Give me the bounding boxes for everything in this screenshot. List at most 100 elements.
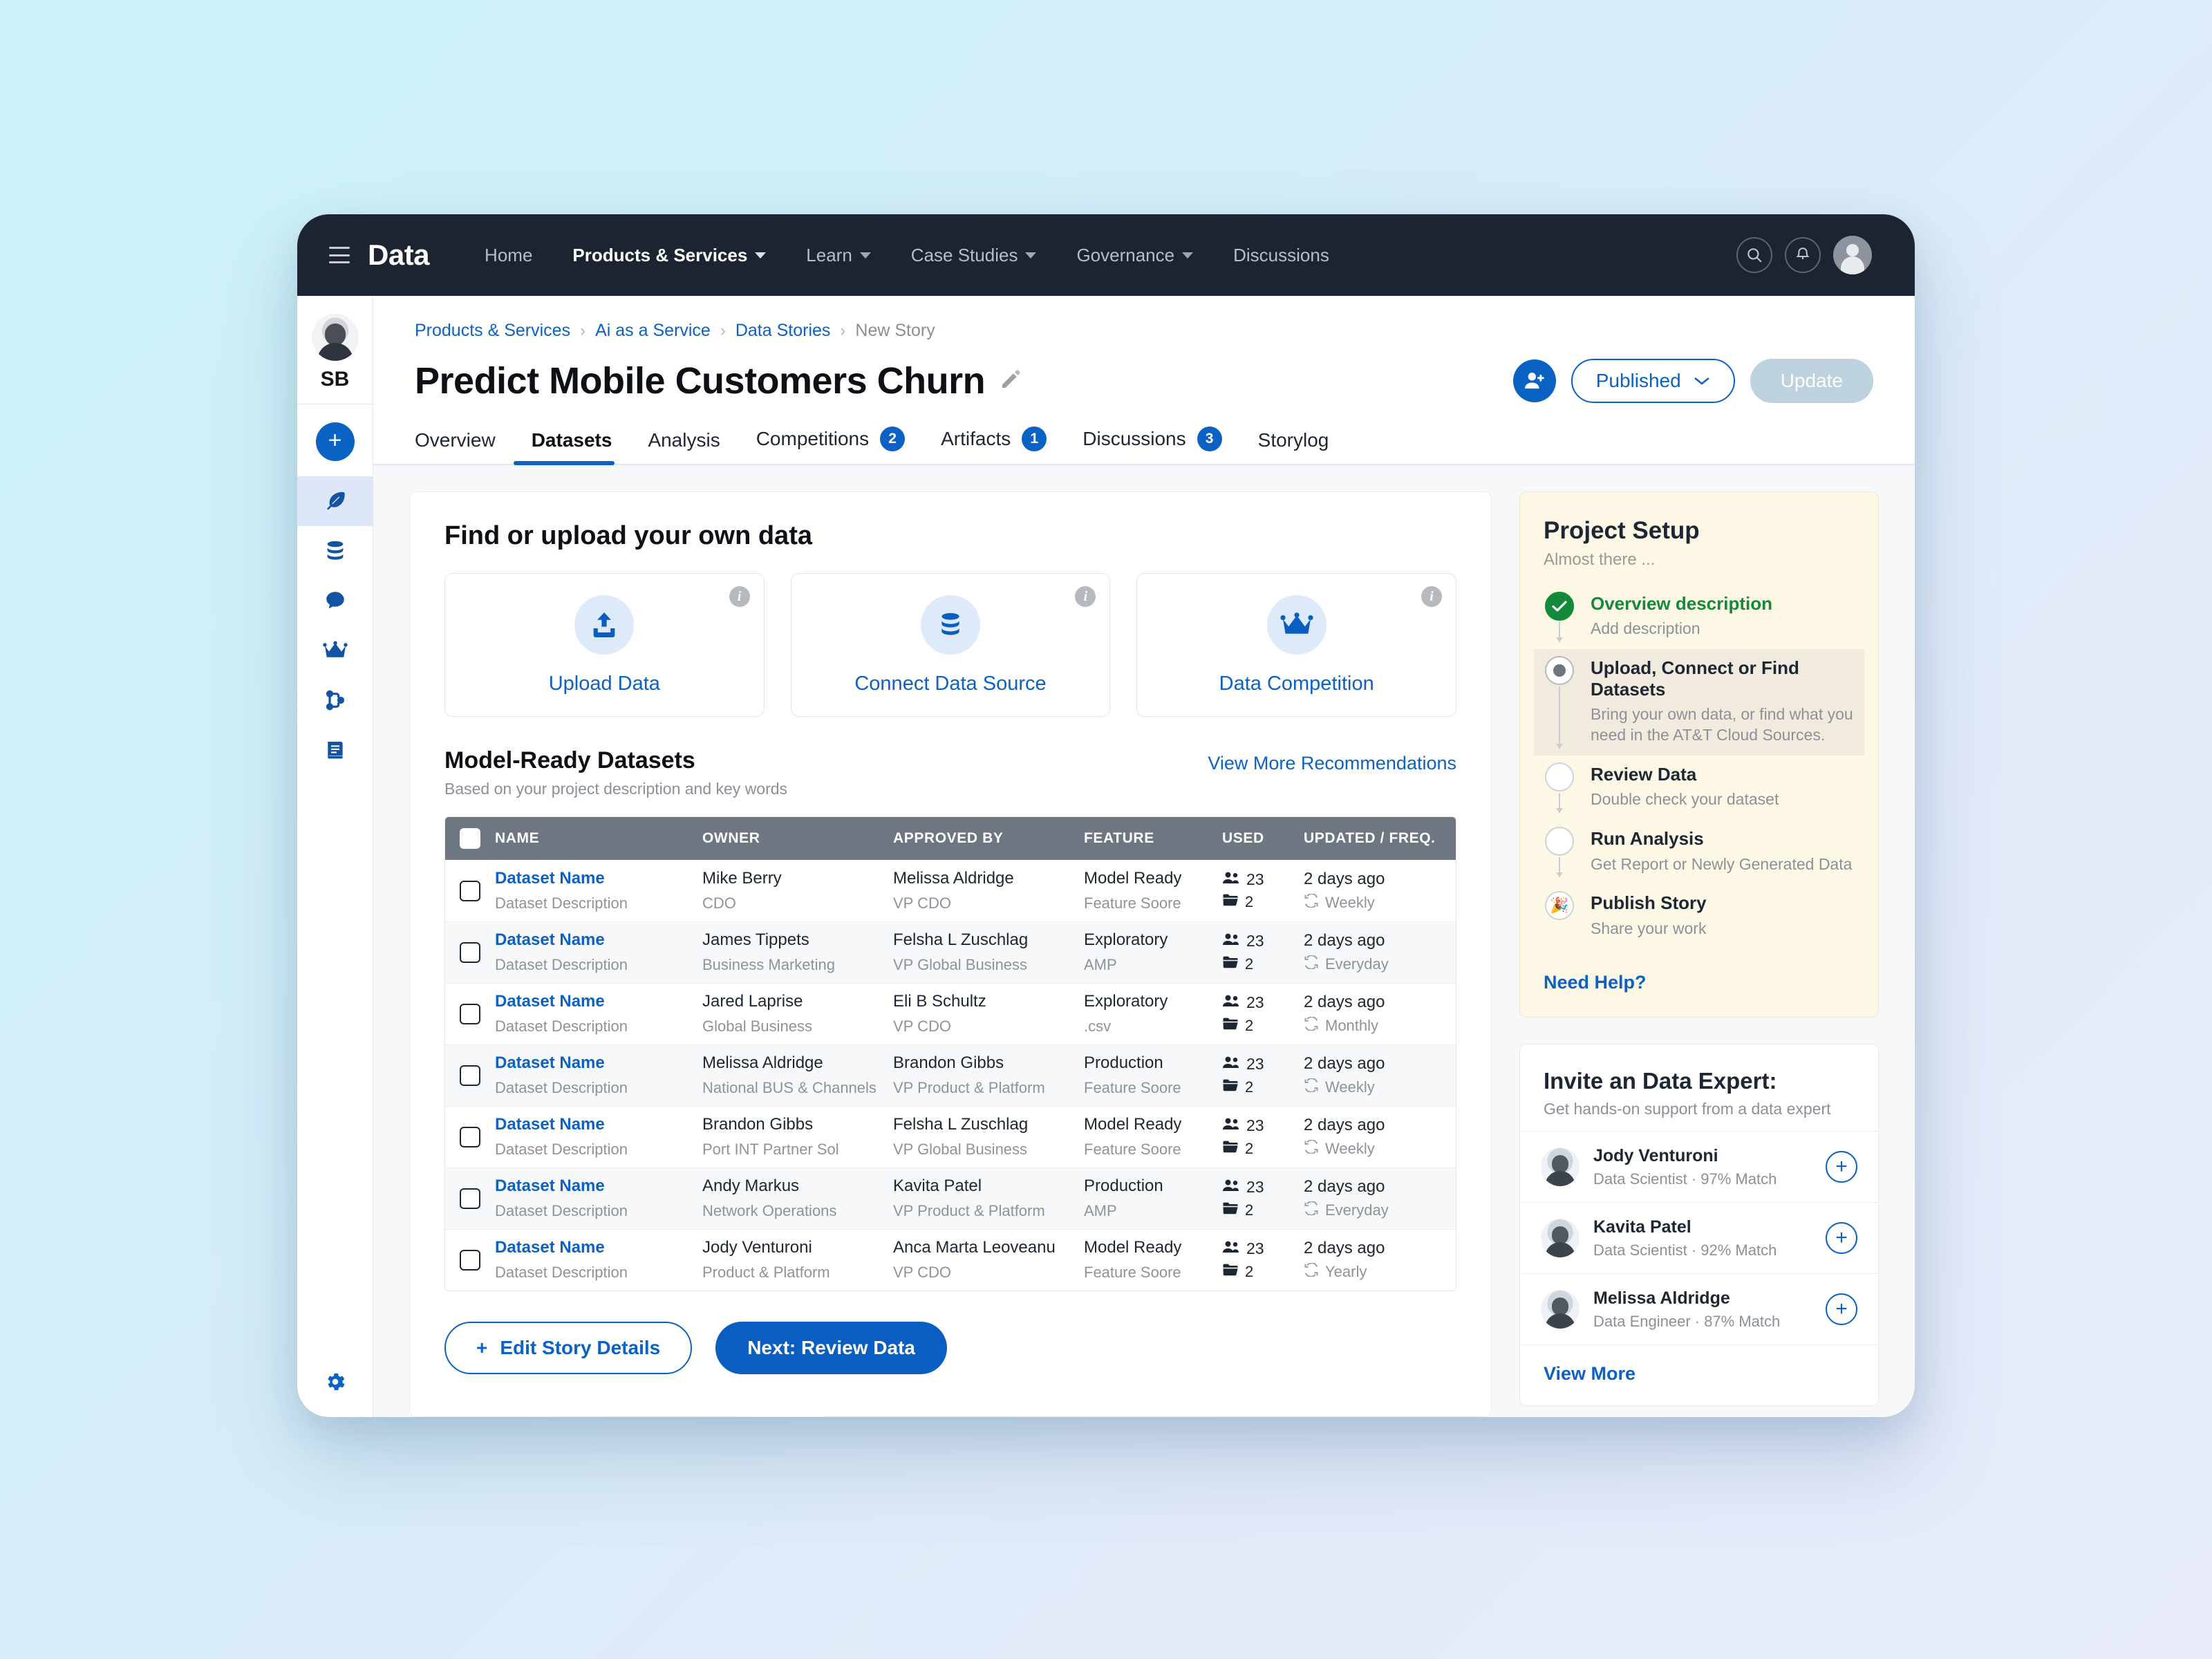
setup-step-run-analysis[interactable]: Run Analysis Get Report or Newly Generate… xyxy=(1534,820,1864,884)
tab-storylog[interactable]: Storylog xyxy=(1240,429,1347,464)
dataset-name-link[interactable]: Dataset Name xyxy=(495,992,702,1012)
row-checkbox[interactable] xyxy=(460,1250,480,1271)
settings-gear-icon[interactable] xyxy=(297,1370,373,1394)
add-expert-button[interactable]: + xyxy=(1826,1293,1857,1326)
nav-link-label: Governance xyxy=(1076,244,1175,265)
table-row[interactable]: Dataset Name Dataset Description James Tip… xyxy=(445,921,1456,983)
dataset-name-link[interactable]: Dataset Name xyxy=(495,1115,702,1135)
update-button[interactable]: Update xyxy=(1750,359,1873,403)
feature-status: Production xyxy=(1084,1177,1163,1196)
expert-row[interactable]: Jody Venturoni Data Scientist · 97% Match… xyxy=(1520,1131,1878,1202)
row-checkbox[interactable] xyxy=(460,880,480,901)
status-dropdown[interactable]: Published xyxy=(1571,359,1735,403)
need-help-link[interactable]: Need Help? xyxy=(1544,972,1855,993)
feature-detail: .csv xyxy=(1084,1018,1112,1035)
edit-story-details-button[interactable]: + Edit Story Details xyxy=(444,1322,693,1374)
expert-row[interactable]: Kavita Patel Data Scientist · 92% Match + xyxy=(1520,1202,1878,1273)
breadcrumb-item[interactable]: Products & Services xyxy=(415,321,570,341)
dataset-name-link[interactable]: Dataset Name xyxy=(495,1238,702,1258)
table-row[interactable]: Dataset Name Dataset Description Brandon G… xyxy=(445,1106,1456,1168)
nav-link-learn[interactable]: Learn xyxy=(806,245,871,266)
nav-link-governance[interactable]: Governance xyxy=(1076,244,1194,266)
hamburger-menu-icon[interactable] xyxy=(329,247,350,263)
approver-name: Brandon Gibbs xyxy=(893,1053,1004,1073)
people-icon xyxy=(1222,1239,1240,1259)
add-expert-button[interactable]: + xyxy=(1826,1151,1857,1183)
breadcrumb-item: New Story xyxy=(855,321,935,340)
dataset-description: Dataset Description xyxy=(495,1141,628,1159)
tab-competitions[interactable]: Competitions 2 xyxy=(738,427,923,464)
breadcrumb-item[interactable]: Ai as a Service xyxy=(595,321,711,341)
tab-datasets[interactable]: Datasets xyxy=(513,429,630,465)
select-all-checkbox[interactable] xyxy=(460,828,480,849)
row-checkbox[interactable] xyxy=(460,1004,480,1024)
table-row[interactable]: Dataset Name Dataset Description Jody Vent… xyxy=(445,1229,1456,1291)
used-people-count: 23 xyxy=(1246,993,1264,1011)
next-review-data-button[interactable]: Next: Review Data xyxy=(715,1322,947,1374)
view-more-recommendations-link[interactable]: View More Recommendations xyxy=(1208,747,1456,774)
rail-profile[interactable]: SB xyxy=(297,296,373,404)
table-row[interactable]: Dataset Name Dataset Description Melissa A… xyxy=(445,1044,1456,1106)
sidebar-item-competitions[interactable] xyxy=(297,626,373,675)
sidebar-item-stories[interactable] xyxy=(297,476,373,526)
expert-row[interactable]: Melissa Aldridge Data Engineer · 87% Matc… xyxy=(1520,1273,1878,1344)
table-row[interactable]: Dataset Name Dataset Description Mike Berr… xyxy=(445,860,1456,921)
nav-link-case-studies[interactable]: Case Studies xyxy=(911,245,1037,266)
sidebar-item-datasets[interactable] xyxy=(297,526,373,576)
tab-artifacts[interactable]: Artifacts 1 xyxy=(923,427,1065,464)
invite-user-button[interactable] xyxy=(1512,359,1556,402)
setup-step-review-data[interactable]: Review Data Double check your dataset xyxy=(1534,756,1864,820)
user-avatar[interactable] xyxy=(1833,236,1872,274)
table-row[interactable]: Dataset Name Dataset Description Jared Lap… xyxy=(445,983,1456,1044)
info-icon[interactable]: i xyxy=(1421,586,1443,607)
owner-org: Global Business xyxy=(702,1018,812,1035)
setup-step-publish-story[interactable]: 🎉 Publish Story Share your work xyxy=(1534,884,1864,948)
tab-analysis[interactable]: Analysis xyxy=(630,429,738,464)
view-more-experts-link[interactable]: View More xyxy=(1520,1344,1878,1405)
row-checkbox[interactable] xyxy=(460,942,480,963)
crown-icon xyxy=(1266,594,1327,655)
table-row[interactable]: Dataset Name Dataset Description Andy Mark… xyxy=(445,1168,1456,1229)
search-icon[interactable] xyxy=(1736,237,1772,273)
row-checkbox[interactable] xyxy=(460,1065,480,1086)
device-frame: Data Home Products & Services Learn Case St… xyxy=(297,214,1915,1417)
sidebar-item-lineage[interactable] xyxy=(297,675,373,725)
edit-pencil-icon[interactable] xyxy=(999,368,1022,395)
tab-discussions[interactable]: Discussions 3 xyxy=(1065,427,1239,464)
page-header: Predict Mobile Customers Churn Published… xyxy=(373,341,1915,403)
notifications-bell-icon[interactable] xyxy=(1785,237,1821,273)
people-icon xyxy=(1222,1055,1240,1074)
approver-role: VP CDO xyxy=(893,1264,951,1282)
setup-steps: Overview description Add description Uploa… xyxy=(1534,585,1864,948)
breadcrumb-item[interactable]: Data Stories xyxy=(735,321,831,341)
owner-org: National BUS & Channels xyxy=(702,1079,877,1097)
nav-link-home[interactable]: Home xyxy=(485,245,532,266)
dataset-name-link[interactable]: Dataset Name xyxy=(495,930,702,950)
card-connect-data-source[interactable]: i Connect Data Source xyxy=(790,573,1111,717)
row-checkbox[interactable] xyxy=(460,1127,480,1147)
header-actions: Published Update xyxy=(1512,359,1873,403)
nav-link-products-services[interactable]: Products & Services xyxy=(572,245,767,266)
sidebar-item-library[interactable] xyxy=(297,725,373,775)
find-upload-title: Find or upload your own data xyxy=(444,521,812,550)
row-checkbox[interactable] xyxy=(460,1188,480,1209)
brand-logo[interactable]: Data xyxy=(368,238,430,272)
step-title: Upload, Connect or Find Datasets xyxy=(1591,657,1799,700)
card-upload-data[interactable]: i Upload Data xyxy=(444,573,765,717)
card-data-competition[interactable]: i Data Competition xyxy=(1136,573,1457,717)
updated-time: 2 days ago xyxy=(1304,869,1385,888)
info-icon[interactable]: i xyxy=(729,586,750,607)
add-new-button[interactable]: + xyxy=(315,422,355,461)
sidebar-item-discussions[interactable] xyxy=(297,576,373,626)
dataset-name-link[interactable]: Dataset Name xyxy=(495,869,702,889)
owner-name: Jared Laprise xyxy=(702,992,803,1011)
setup-step-overview-description[interactable]: Overview description Add description xyxy=(1534,585,1864,649)
add-expert-button[interactable]: + xyxy=(1826,1222,1857,1255)
info-icon[interactable]: i xyxy=(1075,586,1096,607)
used-people-count: 23 xyxy=(1246,1239,1264,1257)
dataset-name-link[interactable]: Dataset Name xyxy=(495,1177,702,1197)
setup-step-upload-connect-or-find-datasets[interactable]: Upload, Connect or Find Datasets Bring yo… xyxy=(1534,649,1864,756)
tab-overview[interactable]: Overview xyxy=(415,429,514,464)
nav-link-discussions[interactable]: Discussions xyxy=(1233,245,1329,266)
dataset-name-link[interactable]: Dataset Name xyxy=(495,1053,702,1074)
